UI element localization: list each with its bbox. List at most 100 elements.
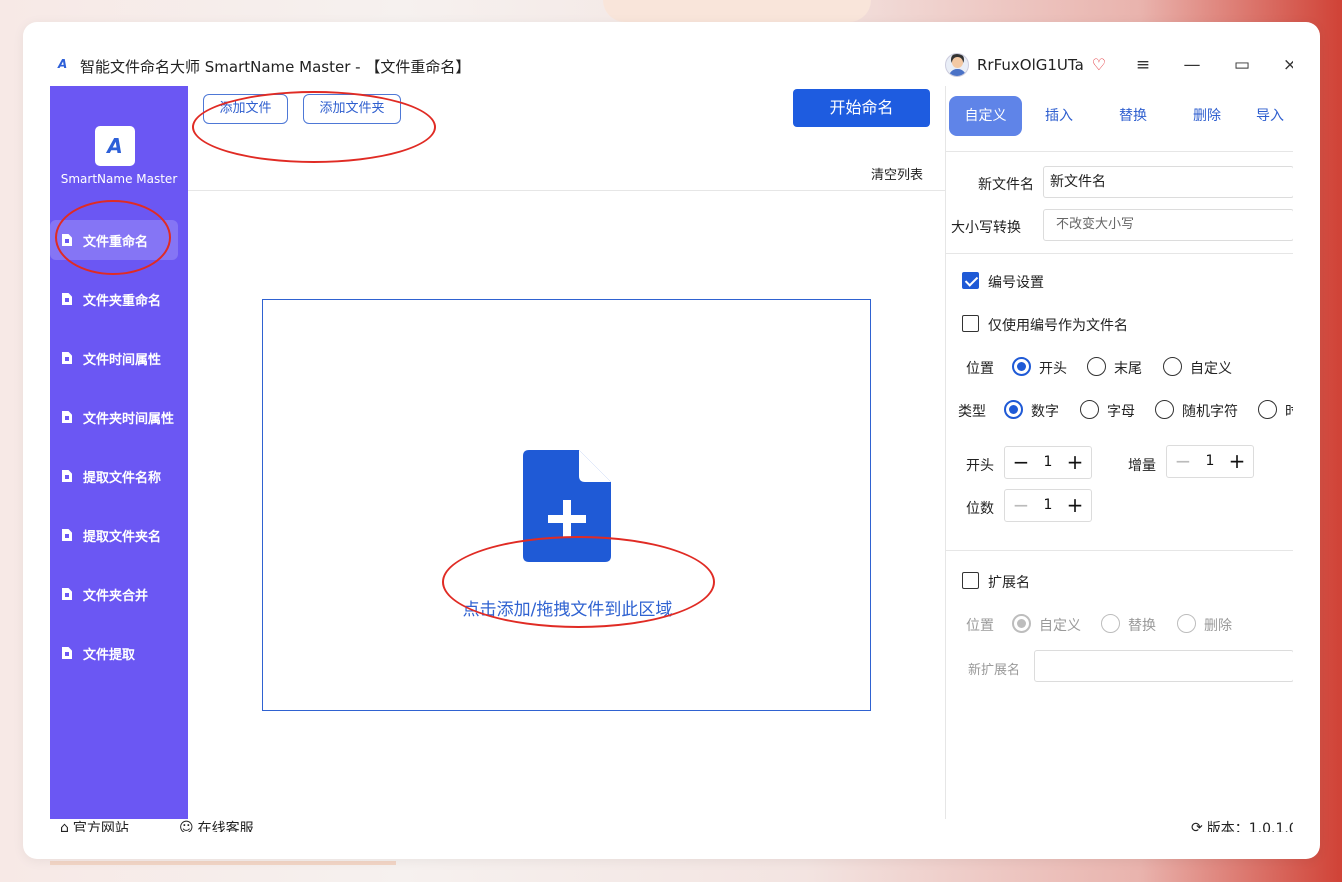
type-letter-radio[interactable] xyxy=(1080,400,1099,419)
app-window: A 智能文件命名大师 SmartName Master - 【文件重命名】 Rr… xyxy=(50,44,1293,832)
sidebar-item-folder-rename[interactable]: 文件夹重命名 xyxy=(50,279,188,319)
close-button[interactable]: × xyxy=(1276,52,1293,78)
drop-zone-text[interactable]: 点击添加/拖拽文件到此区域 xyxy=(263,595,872,620)
extension-replace-radio[interactable] xyxy=(1101,614,1120,633)
app-logo-icon: A xyxy=(95,126,135,166)
numbering-checkbox[interactable] xyxy=(962,272,979,289)
file-icon xyxy=(62,647,72,659)
increment-value[interactable]: 1 xyxy=(1197,446,1223,477)
extension-replace-label: 替换 xyxy=(1128,618,1156,634)
increment-decrement-button[interactable]: − xyxy=(1169,446,1197,477)
add-file-button[interactable]: 添加文件 xyxy=(203,94,288,124)
headset-icon: ☺ xyxy=(179,820,194,832)
user-area[interactable]: RrFuxOlG1UTa ♡ xyxy=(945,53,1106,77)
tab-insert[interactable]: 插入 xyxy=(1026,96,1092,136)
start-increment-button[interactable]: + xyxy=(1061,447,1089,478)
numbering-label: 编号设置 xyxy=(988,275,1044,291)
logo-text: SmartName Master xyxy=(60,172,178,186)
extension-custom-radio[interactable] xyxy=(1012,614,1031,633)
tab-import[interactable]: 导入 xyxy=(1246,96,1293,136)
only-number-checkbox[interactable] xyxy=(962,315,979,332)
position-end-radio[interactable] xyxy=(1087,357,1106,376)
position-custom-label: 自定义 xyxy=(1190,361,1232,377)
maximize-button[interactable]: ▭ xyxy=(1228,52,1256,78)
extension-delete-label: 删除 xyxy=(1204,618,1232,634)
extension-position-label: 位置 xyxy=(966,618,994,634)
sidebar-item-label: 提取文件名称 xyxy=(83,470,162,486)
refresh-icon[interactable]: ⟳ xyxy=(1191,820,1203,832)
home-icon: ⌂ xyxy=(60,820,69,832)
new-name-input[interactable]: 新文件名 xyxy=(1043,166,1293,198)
website-label: 官方网站 xyxy=(72,821,129,832)
title-bar: A 智能文件命名大师 SmartName Master - 【文件重命名】 Rr… xyxy=(50,44,1293,86)
only-number-label: 仅使用编号作为文件名 xyxy=(988,318,1128,334)
type-random-radio[interactable] xyxy=(1155,400,1174,419)
start-value[interactable]: 1 xyxy=(1035,447,1061,478)
file-icon xyxy=(62,411,72,423)
file-icon xyxy=(62,470,72,482)
website-link[interactable]: ⌂ 官方网站 xyxy=(60,818,129,832)
type-letter-label: 字母 xyxy=(1107,404,1135,420)
digits-increment-button[interactable]: + xyxy=(1061,490,1089,521)
username[interactable]: RrFuxOlG1UTa xyxy=(977,56,1084,74)
tab-custom[interactable]: 自定义 xyxy=(949,96,1022,136)
new-extension-label: 新扩展名 xyxy=(968,663,1021,678)
extension-custom-label: 自定义 xyxy=(1039,618,1081,634)
position-start-radio[interactable] xyxy=(1012,357,1031,376)
case-select[interactable]: 不改变大小写 xyxy=(1043,209,1293,241)
extension-delete-radio[interactable] xyxy=(1177,614,1196,633)
sidebar-item-label: 文件重命名 xyxy=(83,234,149,250)
position-custom-radio[interactable] xyxy=(1163,357,1182,376)
digits-decrement-button[interactable]: − xyxy=(1007,490,1035,521)
start-stepper[interactable]: − 1 + xyxy=(1004,446,1092,479)
extension-checkbox[interactable] xyxy=(962,572,979,589)
sidebar-item-folder-time[interactable]: 文件夹时间属性 xyxy=(50,397,188,437)
start-rename-button[interactable]: 开始命名 xyxy=(793,89,930,127)
start-decrement-button[interactable]: − xyxy=(1007,447,1035,478)
sidebar: A SmartName Master 文件重命名 文件夹重命名 文件时间属性 文… xyxy=(50,86,188,819)
file-drop-zone[interactable]: 点击添加/拖拽文件到此区域 xyxy=(262,299,871,711)
file-icon xyxy=(62,293,72,305)
sidebar-item-label: 文件夹重命名 xyxy=(83,293,162,309)
type-label: 类型 xyxy=(958,404,986,420)
section-divider xyxy=(946,550,1293,551)
minimize-button[interactable]: — xyxy=(1178,52,1206,78)
app-small-icon: A xyxy=(58,57,68,71)
position-label: 位置 xyxy=(966,361,994,377)
new-name-label: 新文件名 xyxy=(978,177,1034,193)
sidebar-item-label: 文件夹时间属性 xyxy=(83,411,175,427)
increment-increment-button[interactable]: + xyxy=(1223,446,1251,477)
position-end-label: 末尾 xyxy=(1114,361,1142,377)
file-icon xyxy=(62,234,72,246)
file-icon xyxy=(62,529,72,541)
avatar[interactable] xyxy=(945,53,969,77)
vip-diamond-icon[interactable]: ♡ xyxy=(1092,57,1106,73)
toolbar-divider xyxy=(188,190,945,191)
tab-replace[interactable]: 替换 xyxy=(1100,96,1166,136)
type-random-label: 随机字符 xyxy=(1182,404,1238,420)
section-divider xyxy=(946,253,1293,254)
support-link[interactable]: ☺ 在线客服 xyxy=(179,818,254,832)
support-label: 在线客服 xyxy=(197,821,254,832)
sidebar-item-file-rename[interactable]: 文件重命名 xyxy=(50,220,178,260)
sidebar-item-extract-foldername[interactable]: 提取文件夹名 xyxy=(50,515,188,555)
digits-stepper[interactable]: − 1 + xyxy=(1004,489,1092,522)
menu-button[interactable]: ≡ xyxy=(1129,52,1157,78)
add-folder-button[interactable]: 添加文件夹 xyxy=(303,94,401,124)
digits-label: 位数 xyxy=(966,501,994,517)
window-title: 智能文件命名大师 SmartName Master - 【文件重命名】 xyxy=(80,58,471,76)
sidebar-item-label: 文件提取 xyxy=(83,647,136,663)
digits-value[interactable]: 1 xyxy=(1035,490,1061,521)
type-number-radio[interactable] xyxy=(1004,400,1023,419)
type-number-label: 数字 xyxy=(1031,404,1059,420)
new-extension-input[interactable] xyxy=(1034,650,1293,682)
clear-list-button[interactable]: 清空列表 xyxy=(871,164,923,183)
sidebar-item-folder-merge[interactable]: 文件夹合并 xyxy=(50,574,188,614)
sidebar-item-file-extract[interactable]: 文件提取 xyxy=(50,633,188,673)
sidebar-item-file-time[interactable]: 文件时间属性 xyxy=(50,338,188,378)
start-label: 开头 xyxy=(966,458,994,474)
increment-stepper[interactable]: − 1 + xyxy=(1166,445,1254,478)
type-time-radio[interactable] xyxy=(1258,400,1277,419)
tab-delete[interactable]: 删除 xyxy=(1174,96,1240,136)
sidebar-item-extract-filename[interactable]: 提取文件名称 xyxy=(50,456,188,496)
